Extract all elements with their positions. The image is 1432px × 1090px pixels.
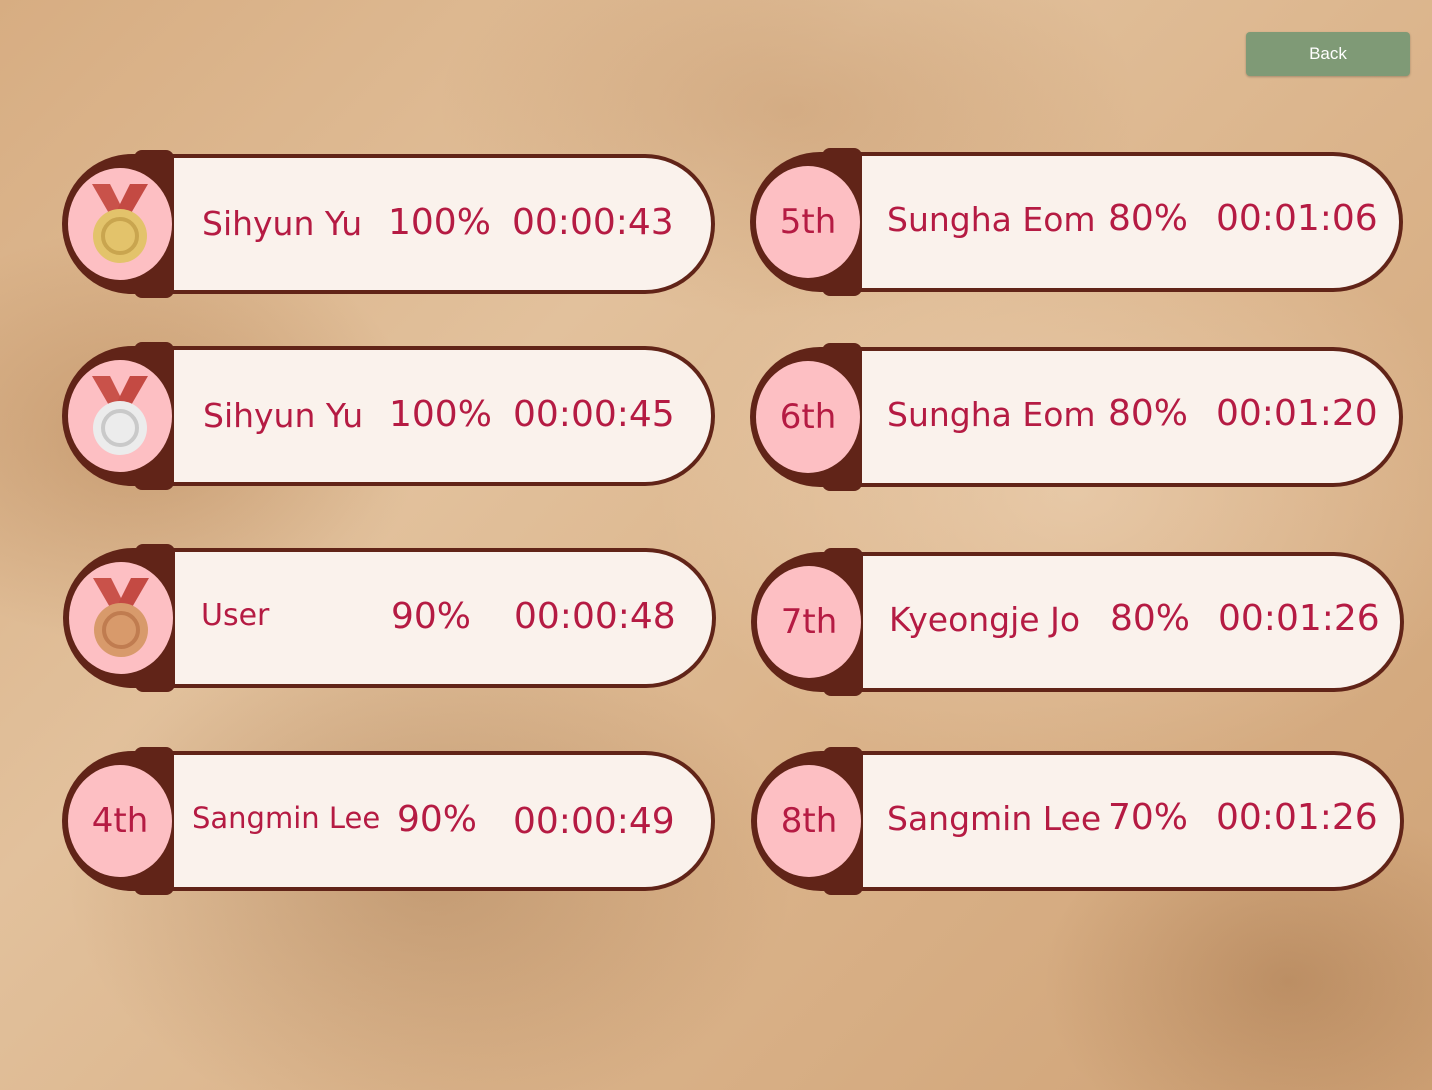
- rank-badge: 6th: [756, 361, 860, 473]
- ranking-card-6: 6th Sungha Eom 80% 00:01:20: [750, 343, 1403, 491]
- player-name: Sungha Eom: [887, 200, 1096, 239]
- player-score: 90%: [391, 596, 472, 637]
- ranking-card-3: User 90% 00:00:48: [63, 544, 716, 692]
- player-score: 70%: [1108, 797, 1189, 838]
- player-name: User: [201, 598, 270, 633]
- player-time: 00:01:06: [1216, 198, 1378, 239]
- player-time: 00:00:43: [512, 202, 674, 243]
- ranking-card-5: 5th Sungha Eom 80% 00:01:06: [750, 148, 1403, 296]
- back-button[interactable]: Back: [1246, 32, 1410, 76]
- ranking-card-8: 8th Sangmin Lee 70% 00:01:26: [751, 747, 1404, 895]
- rank-badge: 4th: [68, 765, 172, 877]
- player-name: Sihyun Yu: [202, 204, 363, 243]
- player-score: 80%: [1108, 198, 1189, 239]
- player-score: 80%: [1108, 393, 1189, 434]
- player-time: 00:00:48: [514, 596, 676, 637]
- player-name: Sangmin Lee: [192, 801, 381, 835]
- rank-badge: 5th: [756, 166, 860, 278]
- ranking-card-2: Sihyun Yu 100% 00:00:45: [62, 342, 715, 490]
- player-time: 00:00:49: [513, 801, 675, 842]
- bronze-medal-icon: [69, 562, 173, 674]
- player-name: Sangmin Lee: [887, 799, 1102, 838]
- silver-medal-icon: [68, 360, 172, 472]
- ranking-card-4: 4th Sangmin Lee 90% 00:00:49: [62, 747, 715, 895]
- player-time: 00:01:20: [1216, 393, 1378, 434]
- player-score: 80%: [1110, 598, 1191, 639]
- player-time: 00:01:26: [1218, 598, 1380, 639]
- player-name: Sihyun Yu: [203, 396, 364, 435]
- player-time: 00:00:45: [513, 394, 675, 435]
- ranking-card-1: Sihyun Yu 100% 00:00:43: [62, 150, 715, 298]
- player-time: 00:01:26: [1216, 797, 1378, 838]
- player-name: Sungha Eom: [887, 395, 1096, 434]
- gold-medal-icon: [68, 168, 172, 280]
- player-score: 100%: [388, 202, 491, 243]
- rank-badge: 8th: [757, 765, 861, 877]
- rank-badge: 7th: [757, 566, 861, 678]
- player-score: 90%: [397, 799, 478, 840]
- ranking-card-7: 7th Kyeongje Jo 80% 00:01:26: [751, 548, 1404, 696]
- player-score: 100%: [389, 394, 492, 435]
- player-name: Kyeongje Jo: [889, 600, 1081, 639]
